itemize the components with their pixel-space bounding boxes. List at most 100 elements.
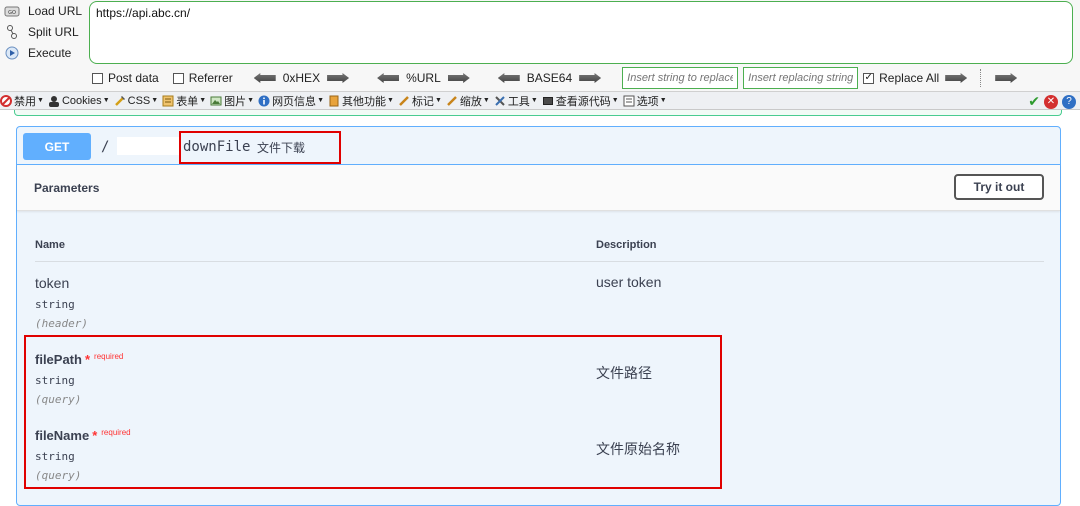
previous-opblock-edge: [14, 110, 1062, 116]
table-divider: [35, 261, 1044, 262]
load-url-label: Load URL: [28, 4, 83, 18]
checkbox-box[interactable]: [172, 72, 184, 84]
toolbar-label: 其他功能: [342, 95, 386, 108]
param-name-token: token: [35, 275, 70, 291]
css-icon: [114, 95, 126, 107]
replace-to-input[interactable]: [743, 67, 859, 89]
checkbox-box[interactable]: [92, 72, 103, 84]
param-description: user token: [596, 274, 662, 290]
hex-label: 0xHEX: [282, 71, 321, 85]
param-type: string: [35, 298, 75, 311]
toolbar-label: 工具: [507, 95, 530, 108]
replace-all-checkbox[interactable]: ✓ Replace All: [863, 71, 939, 85]
url-input[interactable]: https://api.abc.cn/: [89, 1, 1073, 64]
close-icon[interactable]: ✕: [1044, 94, 1058, 109]
chevron-down-icon: ▼: [659, 97, 667, 104]
toolbar-label: 网页信息: [272, 95, 317, 108]
toolbar-status: ✔ ✕ ?: [1028, 93, 1076, 110]
toolbar-item-info[interactable]: 网页信息 ▼: [258, 93, 324, 109]
toolbar-item-mark[interactable]: 标记 ▼: [398, 93, 442, 109]
highlight-box-path: [179, 131, 341, 164]
chevron-down-icon: ▼: [434, 97, 442, 104]
help-icon[interactable]: ?: [1062, 94, 1076, 109]
zoom-icon: [446, 95, 458, 107]
split-url-label: Split URL: [28, 25, 79, 39]
replace-undo-arrow-icon[interactable]: [995, 73, 1018, 83]
chevron-down-icon: ▼: [611, 97, 619, 104]
cookies-icon: [48, 95, 60, 107]
toolbar-label: 图片: [224, 95, 247, 108]
tools-icon: [494, 95, 506, 107]
try-it-out-button[interactable]: Try it out: [954, 174, 1044, 200]
chevron-down-icon: ▼: [387, 97, 394, 104]
hackbar-options-row: Post data Referrer 0xHEX %URL BASE64 ✓ R…: [92, 67, 1024, 89]
check-icon[interactable]: ✔: [1028, 93, 1040, 110]
chevron-down-icon: ▼: [530, 97, 538, 104]
toolbar-label: 查看源代码: [555, 95, 611, 108]
chevron-down-icon: ▼: [247, 97, 255, 104]
toolbar-item-form[interactable]: 表单 ▼: [162, 93, 206, 109]
replace-from-input[interactable]: [622, 67, 739, 89]
column-header-description: Description: [596, 239, 657, 251]
load-url-button[interactable]: GO Load URL: [4, 1, 82, 21]
chevron-down-icon: ▼: [151, 97, 159, 104]
hex-decode-arrow-icon[interactable]: [253, 73, 276, 83]
base64-encode-arrow-icon[interactable]: [579, 73, 602, 83]
path-prefix: /: [101, 139, 110, 155]
referrer-checkbox[interactable]: Referrer: [172, 71, 233, 85]
hex-encoder: 0xHEX: [247, 71, 356, 85]
replace-arrow-icon[interactable]: [945, 73, 968, 83]
form-icon: [162, 95, 174, 107]
disable-icon: [0, 94, 12, 107]
chevron-down-icon: ▼: [199, 97, 207, 104]
toolbar-item-zoom[interactable]: 缩放 ▼: [446, 93, 490, 109]
split-url-icon: [4, 24, 20, 40]
toolbar-label: CSS: [127, 94, 151, 107]
toolbar-label: Cookies: [61, 94, 102, 107]
options-icon: [623, 95, 635, 107]
split-url-button[interactable]: Split URL: [4, 22, 79, 42]
toolbar-item-source[interactable]: 查看源代码 ▼: [542, 93, 619, 109]
operation-summary[interactable]: GET / downFile 文件下载: [17, 127, 1060, 165]
toolbar-item-css[interactable]: CSS ▼: [114, 94, 159, 107]
separator: [980, 69, 982, 87]
toolbar-item-cookies[interactable]: Cookies ▼: [48, 95, 110, 107]
toolbar-label: 禁用: [14, 95, 36, 108]
toolbar-item-options[interactable]: 选项 ▼: [623, 93, 667, 109]
parameters-title: Parameters: [34, 181, 100, 195]
column-header-name: Name: [35, 239, 65, 251]
toolbar-item-misc[interactable]: 其他功能 ▼: [328, 93, 394, 109]
chevron-down-icon: ▼: [37, 97, 44, 104]
mark-icon: [398, 95, 410, 107]
post-data-checkbox[interactable]: Post data: [92, 71, 159, 85]
replace-all-label: Replace All: [879, 71, 940, 85]
param-location: (header): [35, 317, 88, 330]
url-encoder: %URL: [370, 71, 477, 85]
referrer-label: Referrer: [188, 71, 233, 85]
url-decode-arrow-icon[interactable]: [377, 73, 400, 83]
toolbar-label: 选项: [636, 95, 659, 108]
toolbar-item-disable[interactable]: 禁用 ▼: [0, 93, 44, 109]
parameters-header: Parameters Try it out: [17, 165, 1060, 211]
chevron-down-icon: ▼: [482, 97, 490, 104]
url-encode-arrow-icon[interactable]: [447, 73, 470, 83]
hackbar-panel: GO Load URL Split URL Execute https://ap…: [0, 0, 1080, 92]
checkbox-box[interactable]: ✓: [863, 72, 875, 84]
method-badge: GET: [23, 133, 91, 160]
toolbar-item-image[interactable]: 图片 ▼: [210, 93, 254, 109]
execute-button[interactable]: Execute: [4, 43, 71, 63]
info-icon: [258, 95, 270, 107]
image-icon: [210, 95, 222, 107]
execute-label: Execute: [28, 46, 72, 60]
redacted-path-segment: [117, 137, 181, 155]
base64-encoder: BASE64: [491, 71, 608, 85]
base64-decode-arrow-icon[interactable]: [497, 73, 520, 83]
source-icon: [542, 95, 554, 107]
toolbar-item-tools[interactable]: 工具 ▼: [494, 93, 538, 109]
toolbar-label: 缩放: [459, 95, 482, 108]
highlight-box-required-params: [24, 335, 722, 489]
execute-icon: [4, 45, 20, 61]
base64-label: BASE64: [526, 71, 573, 85]
hex-encode-arrow-icon[interactable]: [327, 73, 350, 83]
toolbar-label: 表单: [176, 95, 199, 108]
